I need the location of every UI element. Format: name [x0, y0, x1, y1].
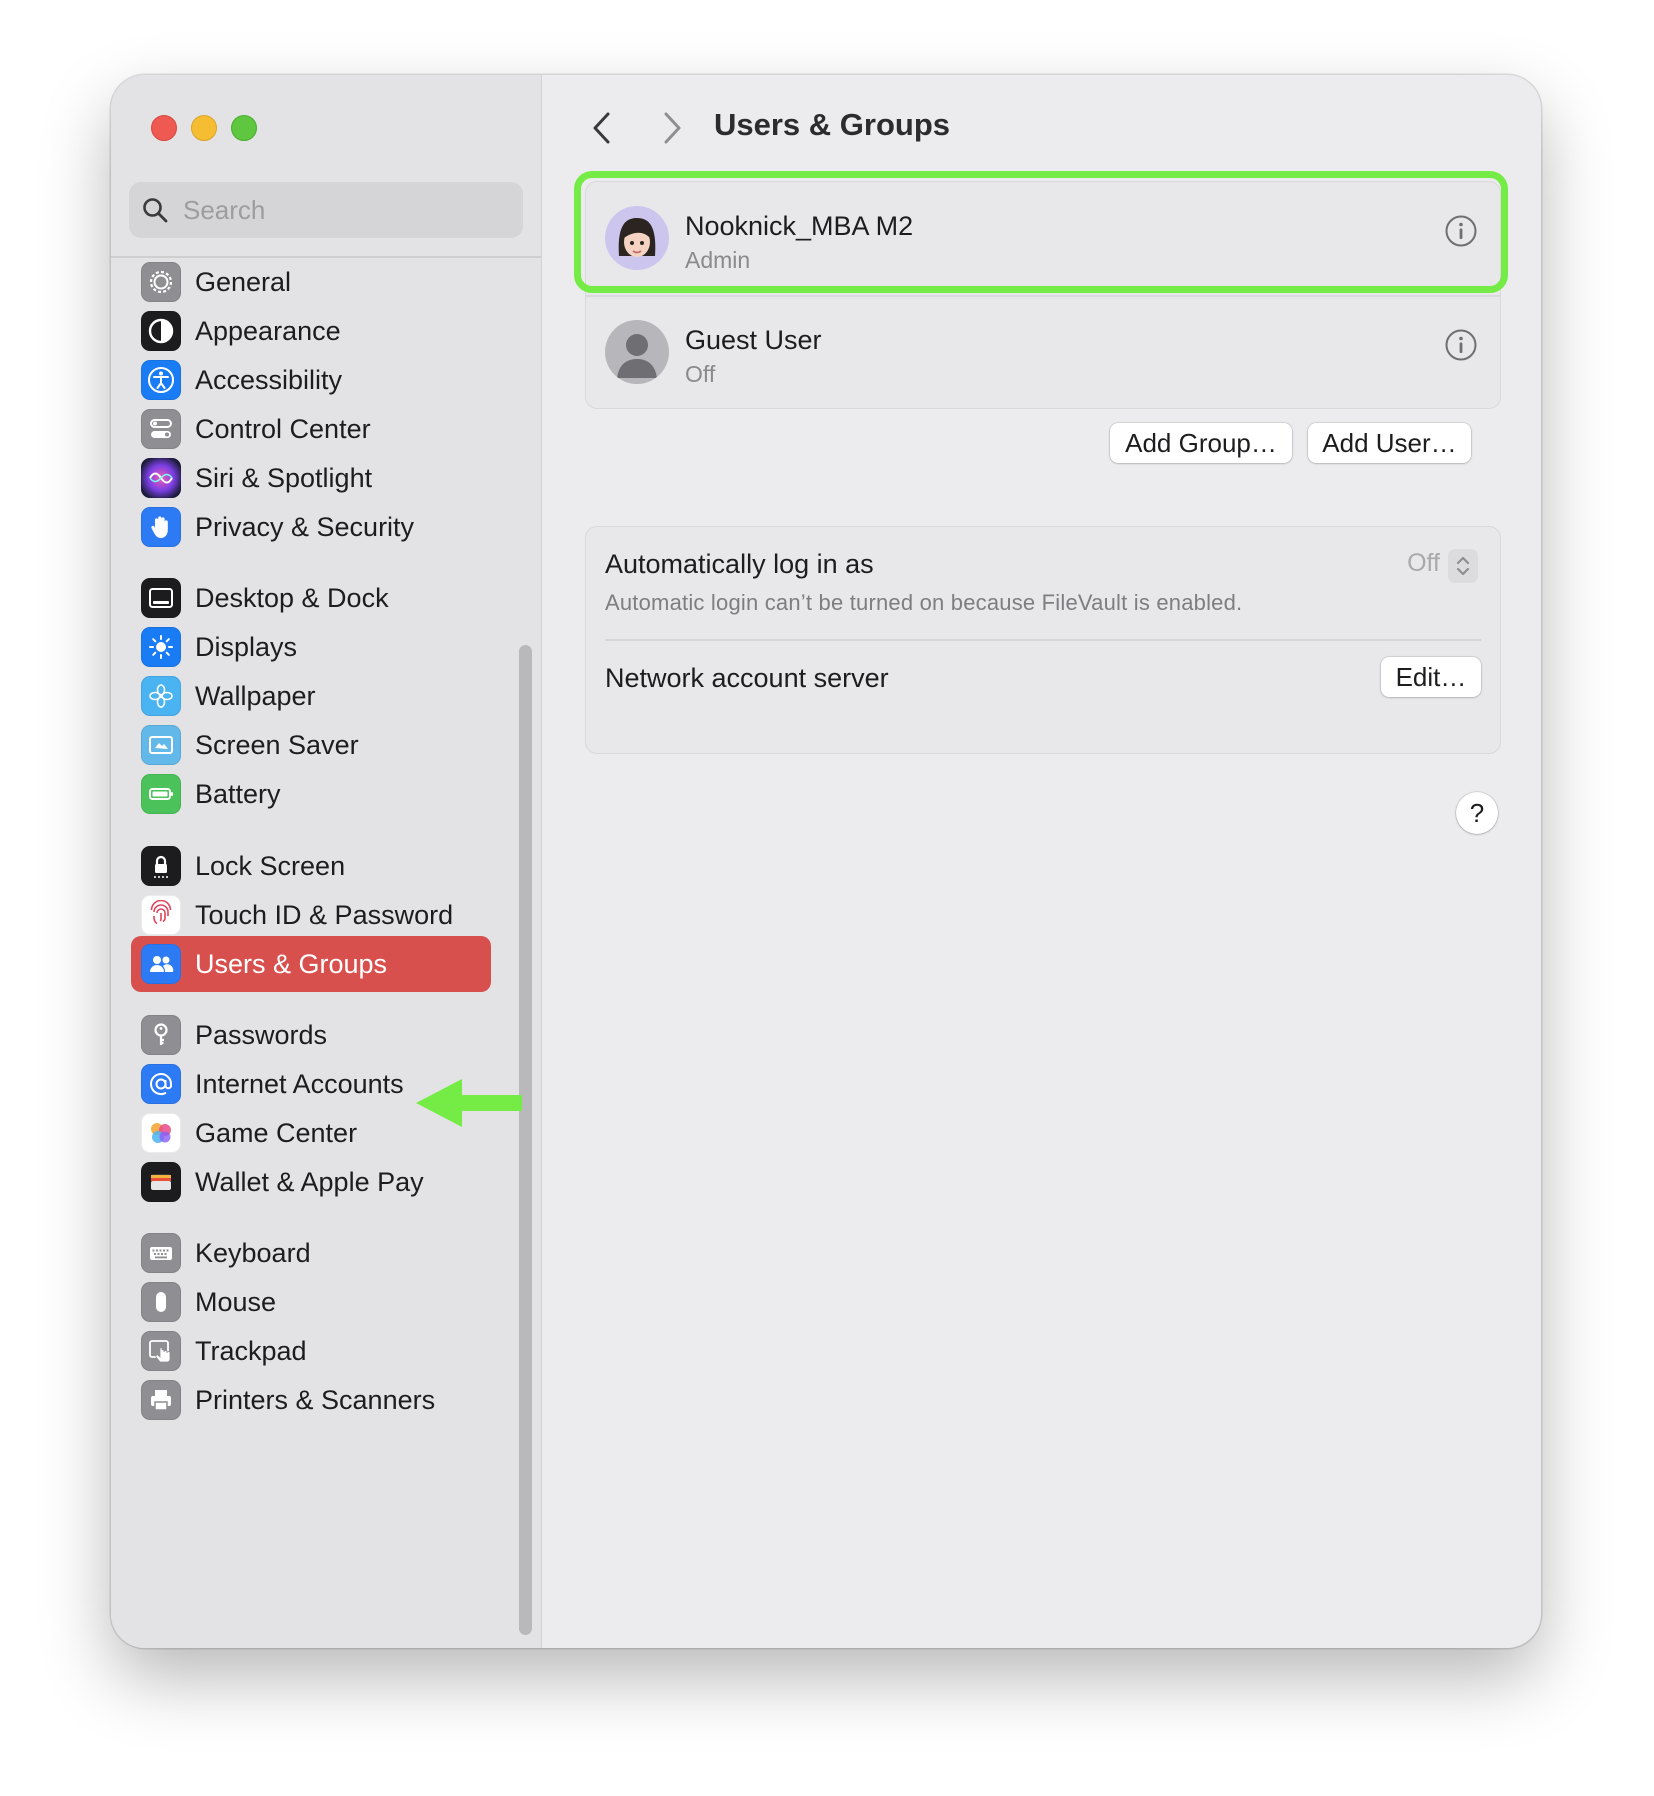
- sidebar-item-label: Appearance: [195, 315, 341, 346]
- sidebar-item-control-center[interactable]: Control Center: [131, 401, 491, 457]
- mouse-icon: [141, 1282, 181, 1322]
- auto-login-popup[interactable]: [1448, 549, 1478, 583]
- sidebar-item-label: Desktop & Dock: [195, 582, 389, 613]
- sidebar-item-label: Internet Accounts: [195, 1068, 404, 1099]
- screen-saver-icon: [141, 725, 181, 765]
- add-user-button[interactable]: Add User…: [1308, 423, 1471, 463]
- keyboard-icon: [141, 1233, 181, 1273]
- sidebar-item-label: Accessibility: [195, 364, 343, 395]
- sidebar-item-label: Passwords: [195, 1019, 328, 1050]
- sidebar-item-trackpad[interactable]: Trackpad: [131, 1323, 491, 1379]
- sidebar-item-label: Lock Screen: [195, 850, 346, 881]
- guest-avatar-icon: [605, 320, 669, 384]
- search-icon: [143, 198, 168, 223]
- sun-icon: [141, 627, 181, 667]
- users-icon: [141, 944, 181, 984]
- sidebar-item-label: Displays: [195, 631, 298, 662]
- info-icon[interactable]: [1444, 328, 1478, 362]
- battery-icon: [141, 774, 181, 814]
- dock-icon: [141, 578, 181, 618]
- flower-icon: [141, 676, 181, 716]
- sidebar-item-label: Keyboard: [195, 1237, 311, 1268]
- sidebar-item-touch-id-password[interactable]: Touch ID & Password: [131, 887, 491, 943]
- key-icon: [141, 1015, 181, 1055]
- sidebar-item-passwords[interactable]: Passwords: [131, 1007, 491, 1063]
- sidebar-item-battery[interactable]: Battery: [131, 766, 491, 822]
- sidebar-item-label: Control Center: [195, 413, 371, 444]
- sidebar-item-label: Screen Saver: [195, 729, 359, 760]
- add-group-button[interactable]: Add Group…: [1110, 423, 1292, 463]
- user-row-guest[interactable]: Guest User Off: [586, 296, 1500, 408]
- trackpad-icon: [141, 1331, 181, 1371]
- sidebar-item-label: Privacy & Security: [195, 511, 415, 542]
- sidebar-item-keyboard[interactable]: Keyboard: [131, 1225, 491, 1281]
- sidebar-item-label: Wallpaper: [195, 680, 316, 711]
- sidebar-item-printers-scanners[interactable]: Printers & Scanners: [131, 1372, 491, 1428]
- chevron-right-icon: [664, 112, 681, 144]
- sidebar-item-label: General: [195, 266, 292, 297]
- sidebar-item-label: Printers & Scanners: [195, 1384, 436, 1415]
- game-center-icon: [141, 1113, 181, 1153]
- annotation-arrow-icon: [416, 1079, 522, 1127]
- settings-window: Search General Appearance Accessibility …: [111, 75, 1541, 1648]
- chevron-up-down-icon: [1456, 556, 1470, 576]
- back-button[interactable]: [584, 108, 620, 148]
- sidebar-item-siri-spotlight[interactable]: Siri & Spotlight: [131, 450, 491, 506]
- sidebar: Search General Appearance Accessibility …: [111, 75, 542, 1648]
- hand-icon: [141, 507, 181, 547]
- minimize-window-button[interactable]: [191, 115, 217, 141]
- lock-icon: [141, 846, 181, 886]
- sidebar-item-displays[interactable]: Displays: [131, 619, 491, 675]
- accessibility-icon: [141, 360, 181, 400]
- fingerprint-icon: [141, 895, 181, 935]
- sidebar-item-label: Touch ID & Password: [195, 899, 454, 930]
- sidebar-item-lock-screen[interactable]: Lock Screen: [131, 838, 491, 894]
- printer-icon: [141, 1380, 181, 1420]
- sidebar-item-appearance[interactable]: Appearance: [131, 303, 491, 359]
- at-sign-icon: [141, 1064, 181, 1104]
- user-name: Guest User: [685, 325, 822, 355]
- close-window-button[interactable]: [151, 115, 177, 141]
- login-settings-card: Automatically log in as Off Automatic lo…: [585, 526, 1501, 754]
- sidebar-item-accessibility[interactable]: Accessibility: [131, 352, 491, 408]
- sidebar-item-desktop-dock[interactable]: Desktop & Dock: [131, 570, 491, 626]
- zoom-window-button[interactable]: [231, 115, 257, 141]
- sidebar-item-wallpaper[interactable]: Wallpaper: [131, 668, 491, 724]
- search-placeholder: Search: [183, 194, 266, 225]
- sidebar-item-wallet-apple-pay[interactable]: Wallet & Apple Pay: [131, 1154, 491, 1210]
- network-account-label: Network account server: [605, 663, 889, 693]
- sidebar-item-privacy-security[interactable]: Privacy & Security: [131, 499, 491, 555]
- help-button[interactable]: ?: [1456, 792, 1498, 834]
- sidebar-item-screen-saver[interactable]: Screen Saver: [131, 717, 491, 773]
- search-field[interactable]: Search: [129, 182, 523, 238]
- sidebar-item-general[interactable]: General: [131, 254, 491, 310]
- siri-icon: [141, 458, 181, 498]
- auto-login-description: Automatic login can’t be turned on becau…: [605, 590, 1243, 615]
- auto-login-value: Off: [1407, 549, 1440, 577]
- appearance-icon: [141, 311, 181, 351]
- row-divider: [605, 639, 1481, 641]
- sidebar-item-label: Trackpad: [195, 1335, 307, 1366]
- sidebar-item-label: Wallet & Apple Pay: [195, 1166, 424, 1197]
- sidebar-item-mouse[interactable]: Mouse: [131, 1274, 491, 1330]
- sidebar-item-label: Battery: [195, 778, 281, 809]
- wallet-icon: [141, 1162, 181, 1202]
- highlight-box: [574, 171, 1508, 293]
- user-role: Off: [685, 361, 716, 387]
- sidebar-item-label: Mouse: [195, 1286, 277, 1317]
- main-content: Users & Groups Nooknick_MBA M2 Admin Gue…: [541, 75, 1541, 1648]
- sidebar-scrollbar[interactable]: [519, 645, 532, 1635]
- chevron-left-icon: [593, 112, 610, 144]
- gear-icon: [141, 262, 181, 302]
- edit-button[interactable]: Edit…: [1381, 657, 1481, 697]
- sidebar-item-users-groups[interactable]: Users & Groups: [131, 936, 491, 992]
- sidebar-item-label: Siri & Spotlight: [195, 462, 373, 493]
- forward-button[interactable]: [654, 108, 690, 148]
- sidebar-item-label: Game Center: [195, 1117, 358, 1148]
- auto-login-label: Automatically log in as: [605, 549, 874, 579]
- sidebar-item-label: Users & Groups: [195, 948, 388, 979]
- control-center-icon: [141, 409, 181, 449]
- page-title: Users & Groups: [714, 107, 951, 142]
